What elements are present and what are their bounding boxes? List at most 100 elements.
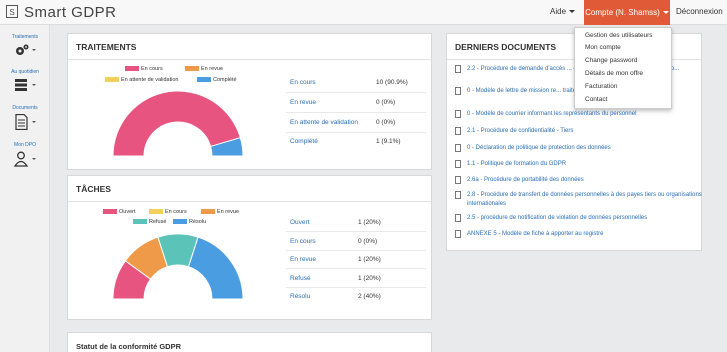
stats-value: 1 (20%)	[358, 219, 381, 226]
legend-swatch	[125, 66, 139, 72]
stats-label: Résolu	[290, 293, 311, 300]
document-title: 2.8 - Procédure de transfert de données …	[467, 192, 702, 207]
document-icon	[15, 114, 36, 130]
taches-donut-chart	[112, 233, 244, 300]
stats-value: 0 (0%)	[358, 238, 378, 245]
pdf-file-icon	[455, 191, 461, 199]
pdf-file-icon	[455, 230, 461, 238]
pdf-file-icon	[455, 65, 461, 73]
legend-label: En revue	[217, 209, 240, 215]
divider	[286, 287, 426, 288]
logo-icon[interactable]: S	[6, 5, 18, 18]
app-title[interactable]: Smart GDPR	[24, 4, 117, 21]
menu-item-details-offre[interactable]: Détails de mon offre	[585, 70, 643, 77]
menu-item-facturation[interactable]: Facturation	[585, 83, 618, 90]
donut-slice-r-solu[interactable]	[187, 236, 244, 300]
legend-swatch	[185, 66, 199, 72]
sidebar-item-label: Au quotidien	[11, 69, 39, 75]
divider	[286, 250, 426, 251]
stats-label: Refusé	[290, 275, 311, 282]
pdf-file-icon	[455, 176, 461, 184]
stats-value: 10 (90.9%)	[376, 79, 408, 86]
pdf-file-icon	[455, 214, 461, 222]
stats-label: En revue	[290, 99, 317, 106]
document-title: 0 - Modèle de courrier informant les rep…	[467, 111, 637, 117]
user-icon	[13, 151, 36, 167]
traitements-panel: TRAITEMENTS En cours En revue En attente…	[67, 33, 432, 170]
legend-item[interactable]: En cours	[125, 66, 163, 72]
legend-item[interactable]: En cours	[149, 209, 187, 215]
panel-title: Statut de la conformité GDPR	[76, 342, 182, 351]
nav-aide-menu[interactable]: Aide	[550, 7, 576, 16]
gears-icon	[16, 44, 36, 55]
sidebar-item-label: Traitements	[11, 34, 39, 40]
menu-item-change-password[interactable]: Change password	[585, 57, 637, 64]
pdf-file-icon	[455, 87, 461, 95]
legend-swatch	[133, 219, 147, 225]
legend-swatch	[201, 209, 215, 215]
panel-title: TÂCHES	[76, 184, 111, 194]
legend-item[interactable]: Résolu	[173, 219, 206, 225]
document-title: 2.6a - Procédure de portabilité des donn…	[467, 177, 584, 183]
stats-value: 1 (20%)	[358, 275, 381, 282]
legend-label: En cours	[141, 66, 163, 72]
legend-item[interactable]: Ouvert	[103, 209, 136, 215]
legend-label: Résolu	[189, 219, 207, 225]
chevron-down-icon	[662, 11, 669, 15]
legend-swatch	[103, 209, 117, 215]
divider	[286, 231, 426, 232]
legend-label: Complété	[213, 77, 237, 83]
legend-item[interactable]: Refusé	[133, 219, 166, 225]
menu-item-contact[interactable]: Contact	[585, 96, 607, 103]
stats-value: 2 (40%)	[358, 293, 381, 300]
panel-title: DERNIERS DOCUMENTS	[455, 42, 557, 52]
legend-item[interactable]: En revue	[185, 66, 223, 72]
stats-label: Ouvert	[290, 219, 310, 226]
sidebar-item-traitements[interactable]: Traitements	[0, 34, 50, 57]
legend-item[interactable]: En revue	[201, 209, 239, 215]
nav-aide-label: Aide	[550, 7, 567, 16]
stats-label: En revue	[290, 256, 317, 263]
legend-item[interactable]: Complété	[197, 77, 237, 83]
stats-label: En cours	[290, 79, 316, 86]
chevron-down-icon	[569, 10, 576, 14]
menu-item-gestion-utilisateurs[interactable]: Gestion des utilisateurs	[585, 32, 653, 39]
pdf-file-icon	[455, 110, 461, 118]
legend-swatch	[149, 209, 163, 215]
stats-label: Complété	[290, 138, 318, 145]
sidebar-item-mon-dpo[interactable]: Mon DPO	[0, 142, 50, 167]
legend-label: En revue	[201, 66, 224, 72]
logout-link[interactable]: Déconnexion	[676, 7, 723, 16]
legend-label: Refusé	[149, 219, 167, 225]
stats-value: 0 (0%)	[376, 99, 396, 106]
divider	[286, 132, 426, 133]
sidebar-item-documents[interactable]: Documents	[0, 105, 50, 130]
panel-title: TRAITEMENTS	[76, 42, 137, 52]
sidebar-item-au-quotidien[interactable]: Au quotidien	[0, 69, 50, 92]
stats-value: 1 (9.1%)	[376, 138, 401, 145]
document-title: 2.1 - Procédure de confidentialité - Tie…	[467, 128, 574, 134]
pdf-file-icon	[455, 144, 461, 152]
statut-panel: Statut de la conformité GDPR	[67, 332, 432, 352]
legend-label: Ouvert	[119, 209, 136, 215]
document-title: 2.5 - procédure de notification de viola…	[467, 215, 648, 221]
legend-label: En cours	[165, 209, 187, 215]
nav-compte-label: Compte (N. Shamss)	[585, 8, 660, 17]
legend-item[interactable]: En attente de validation	[105, 77, 179, 83]
document-title: ANNEXE 5 - Modèle de fiche à apporter au…	[467, 231, 604, 237]
sidebar: Traitements Au quotidien Documents Mon D…	[0, 25, 50, 352]
stats-value: 1 (20%)	[358, 256, 381, 263]
traitements-donut-chart	[112, 90, 244, 157]
divider	[286, 112, 426, 113]
menu-item-mon-compte[interactable]: Mon compte	[585, 44, 621, 51]
logo-letter: S	[9, 8, 15, 17]
sidebar-item-label: Documents	[12, 105, 38, 111]
sidebar-item-label: Mon DPO	[14, 142, 36, 148]
pdf-file-icon	[455, 127, 461, 135]
database-icon	[15, 79, 36, 91]
top-navbar: S Smart GDPR Aide Compte (N. Shamss) Déc…	[0, 0, 727, 25]
legend-label: En attente de validation	[121, 77, 179, 83]
legend-swatch	[197, 77, 211, 83]
nav-compte-menu[interactable]: Compte (N. Shamss)	[584, 0, 670, 25]
stats-label: En attente de validation	[290, 119, 358, 126]
